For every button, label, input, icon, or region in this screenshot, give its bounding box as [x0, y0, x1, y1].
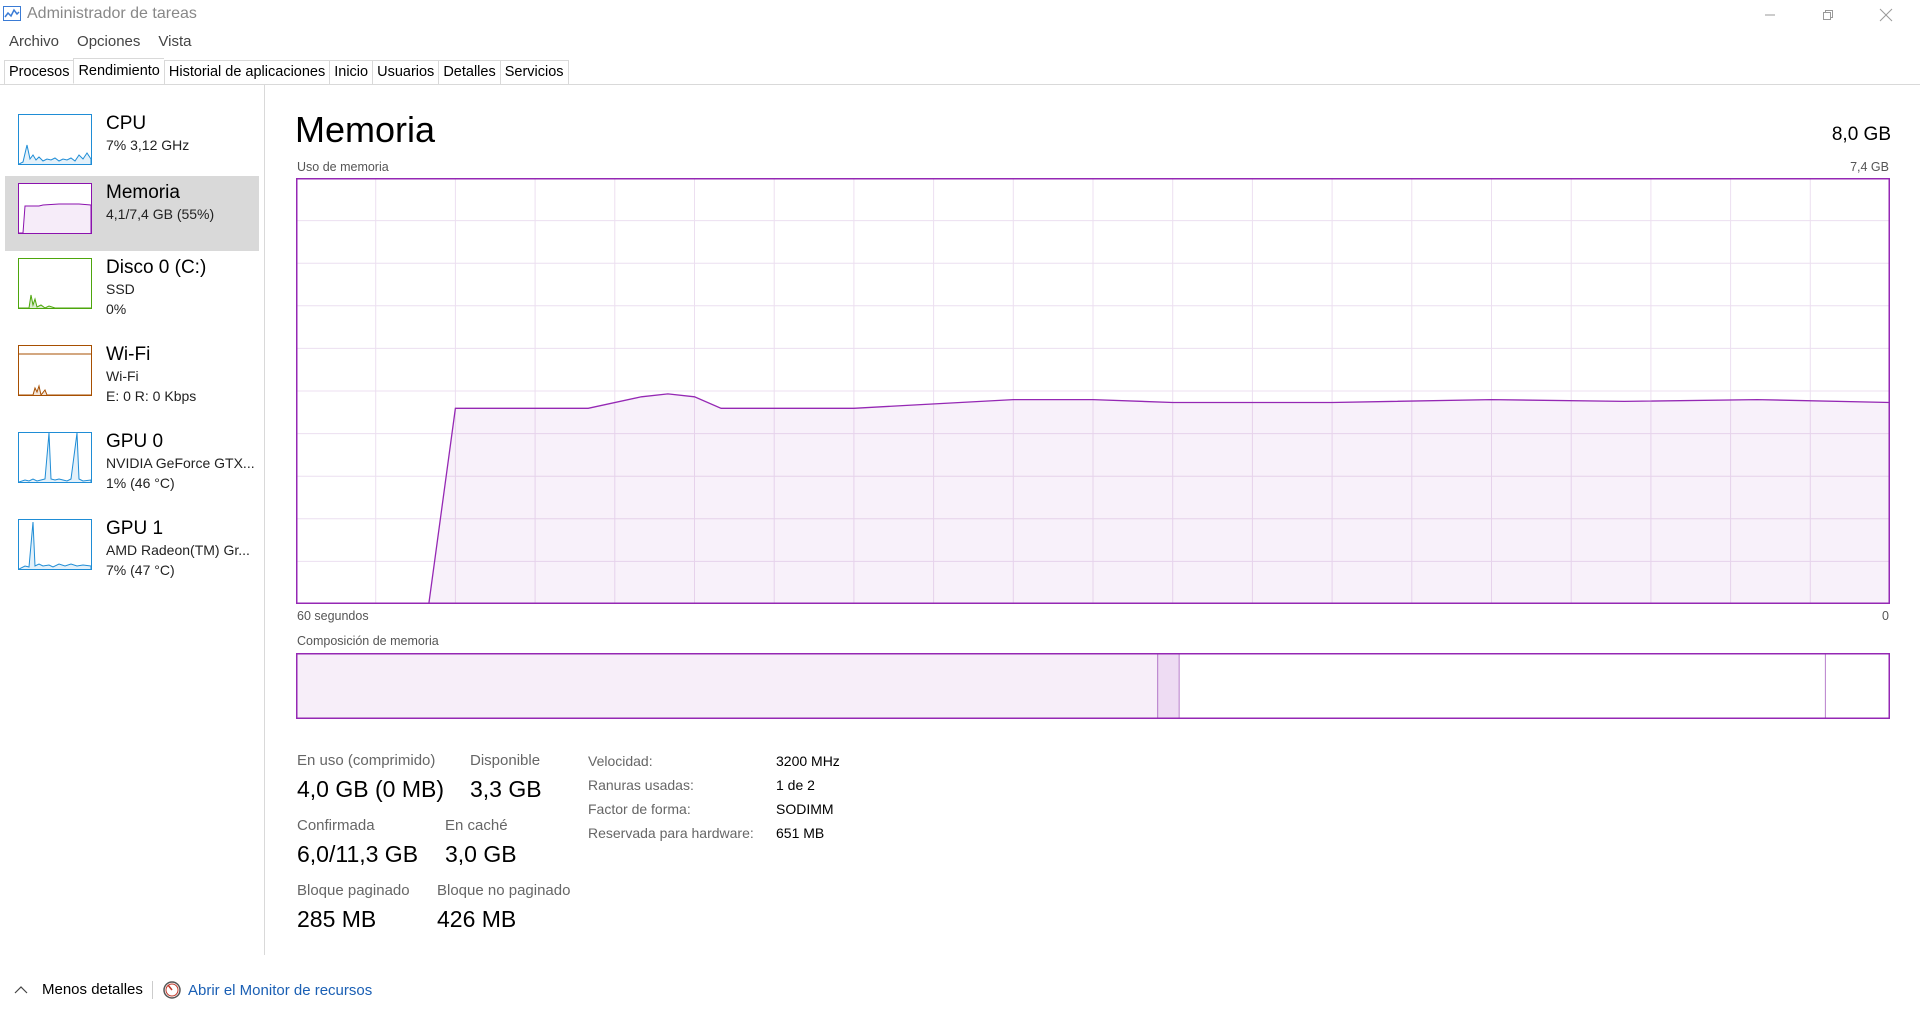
sidebar-item-title: Wi-Fi	[106, 344, 151, 365]
sidebar-item-detail: AMD Radeon(TM) Gr...	[106, 542, 250, 558]
nonpaged-pool-label: Bloque no paginado	[437, 882, 571, 899]
menu-archivo[interactable]: Archivo	[0, 31, 68, 53]
resource-monitor-icon	[163, 981, 181, 999]
hardware-reserved-label: Reservada para hardware:	[588, 825, 754, 841]
sidebar-item-disk[interactable]: Disco 0 (C:) SSD 0%	[5, 251, 259, 326]
speed-label: Velocidad:	[588, 753, 653, 769]
sidebar-item-detail: 7% 3,12 GHz	[106, 137, 190, 153]
sidebar-item-title: GPU 0	[106, 431, 164, 452]
speed-value: 3200 MHz	[776, 753, 840, 769]
composition-modified[interactable]	[1157, 654, 1180, 718]
sidebar-item-title: Memoria	[106, 182, 180, 203]
sidebar-item-title: GPU 1	[106, 518, 164, 539]
footer-divider	[152, 981, 153, 999]
disk-thumbnail-graph	[18, 258, 92, 309]
less-details-label: Menos detalles	[42, 981, 143, 998]
tab-servicios[interactable]: Servicios	[499, 60, 569, 85]
available-label: Disponible	[470, 752, 541, 769]
usage-chart-max: 7,4 GB	[1850, 160, 1889, 174]
window-title: Administrador de tareas	[27, 5, 197, 22]
wifi-thumbnail-graph	[18, 345, 92, 396]
committed-value: 6,0/11,3 GB	[297, 841, 419, 867]
page-title: Memoria	[295, 109, 436, 150]
tab-divider	[0, 84, 1920, 85]
title-bar: Administrador de tareas	[0, 0, 1920, 30]
minimize-button[interactable]	[1741, 0, 1798, 30]
total-memory: 8,0 GB	[1831, 124, 1891, 145]
available-value: 3,3 GB	[470, 776, 542, 802]
sidebar-item-detail: NVIDIA GeForce GTX...	[106, 455, 255, 471]
sidebar-item-title: CPU	[106, 113, 147, 134]
gpu0-thumbnail-graph	[18, 432, 92, 483]
restore-icon	[1822, 10, 1833, 20]
tab-usuarios[interactable]: Usuarios	[372, 60, 439, 85]
sidebar-item-gpu1[interactable]: GPU 1 AMD Radeon(TM) Gr... 7% (47 °C)	[5, 512, 259, 587]
committed-label: Confirmada	[297, 817, 375, 834]
sidebar-item-memory[interactable]: Memoria 4,1/7,4 GB (55%)	[5, 176, 259, 251]
menu-opciones[interactable]: Opciones	[68, 31, 149, 53]
form-factor-label: Factor de forma:	[588, 801, 691, 817]
memory-composition-bar	[296, 653, 1890, 719]
resource-monitor-label: Abrir el Monitor de recursos	[188, 981, 373, 999]
cached-label: En caché	[445, 817, 508, 834]
usage-chart-label: Uso de memoria	[297, 160, 389, 174]
sidebar-item-detail: 1% (46 °C)	[106, 475, 175, 491]
memory-usage-chart	[296, 178, 1890, 604]
time-axis-right: 0	[1882, 609, 1889, 623]
paged-pool-label: Bloque paginado	[297, 882, 410, 899]
form-factor-value: SODIMM	[776, 801, 834, 817]
slots-value: 1 de 2	[776, 777, 815, 793]
sidebar-item-detail: 4,1/7,4 GB (55%)	[106, 206, 215, 222]
sidebar-item-title: Disco 0 (C:)	[106, 257, 207, 278]
cached-value: 3,0 GB	[445, 841, 517, 867]
cpu-thumbnail-graph	[18, 114, 92, 165]
tab-historial[interactable]: Historial de aplicaciones	[163, 60, 330, 85]
menu-vista[interactable]: Vista	[149, 31, 200, 53]
sidebar-item-detail: E: 0 R: 0 Kbps	[106, 388, 197, 404]
sidebar-item-detail: Wi-Fi	[106, 368, 139, 384]
sidebar-item-detail: SSD	[106, 281, 135, 297]
memory-thumbnail-graph	[18, 183, 92, 234]
nonpaged-pool-value: 426 MB	[437, 906, 517, 932]
slots-label: Ranuras usadas:	[588, 777, 694, 793]
sidebar-item-detail: 0%	[106, 301, 127, 317]
close-button[interactable]	[1857, 0, 1914, 30]
resource-monitor-link[interactable]: Abrir el Monitor de recursos	[162, 980, 372, 1000]
sidebar-item-wifi[interactable]: Wi-Fi Wi-Fi E: 0 R: 0 Kbps	[5, 338, 259, 413]
tab-detalles[interactable]: Detalles	[438, 60, 500, 85]
task-manager-icon	[3, 6, 21, 21]
memory-usage-area	[296, 393, 1890, 604]
tab-bar: Procesos Rendimiento Historial de aplica…	[4, 58, 569, 85]
hardware-reserved-value: 651 MB	[776, 825, 825, 841]
less-details-button[interactable]: Menos detalles	[14, 981, 143, 998]
performance-sidebar: CPU 7% 3,12 GHz Memoria 4,1/7,4 GB (55%)…	[0, 85, 265, 955]
sidebar-item-gpu0[interactable]: GPU 0 NVIDIA GeForce GTX... 1% (46 °C)	[5, 425, 259, 500]
tab-inicio[interactable]: Inicio	[329, 60, 373, 85]
close-icon	[1879, 8, 1892, 22]
in-use-value: 4,0 GB (0 MB)	[297, 776, 444, 802]
time-axis-left: 60 segundos	[297, 609, 369, 623]
minimize-icon	[1764, 14, 1775, 16]
composition-label: Composición de memoria	[297, 634, 439, 648]
restore-button[interactable]	[1799, 0, 1856, 30]
sidebar-item-cpu[interactable]: CPU 7% 3,12 GHz	[5, 107, 259, 182]
sidebar-item-detail: 7% (47 °C)	[106, 562, 175, 578]
gpu1-thumbnail-graph	[18, 519, 92, 570]
chevron-up-icon	[14, 985, 28, 993]
composition-in-use[interactable]	[297, 654, 1159, 718]
tab-rendimiento[interactable]: Rendimiento	[73, 58, 164, 84]
menu-bar: Archivo Opciones Vista	[0, 31, 200, 53]
in-use-label: En uso (comprimido)	[297, 752, 436, 769]
footer: Menos detalles Abrir el Monitor de recur…	[0, 975, 600, 1005]
tab-procesos[interactable]: Procesos	[4, 60, 74, 85]
paged-pool-value: 285 MB	[297, 906, 377, 932]
